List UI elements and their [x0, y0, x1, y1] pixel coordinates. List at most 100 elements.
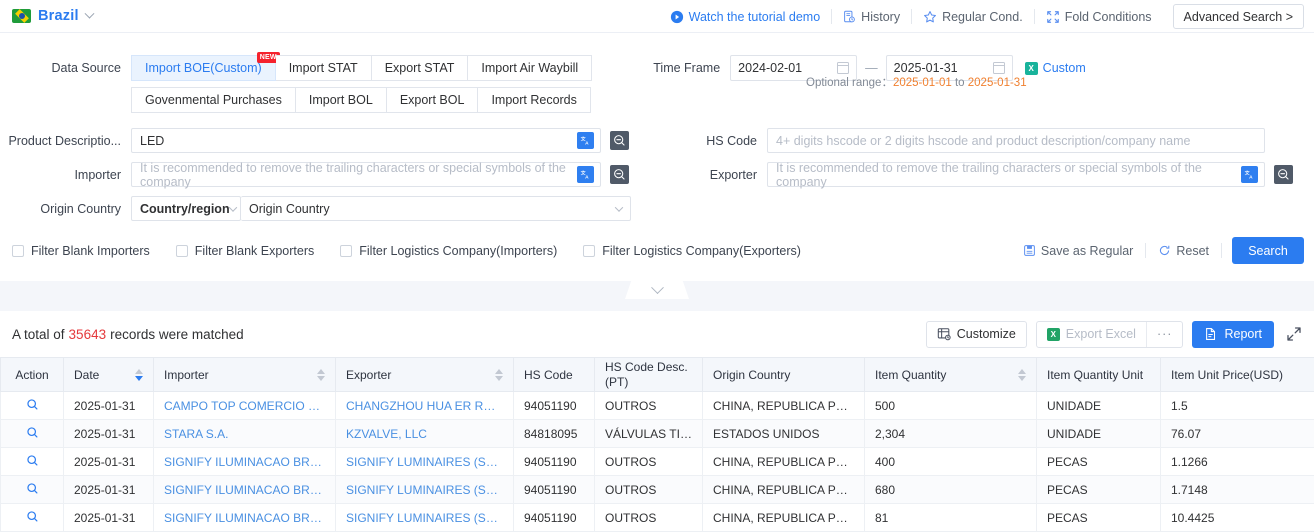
chevron-down-icon [651, 281, 664, 294]
cell-importer[interactable]: SIGNIFY ILUMINACAO BRASIL ... [154, 448, 336, 476]
results-table: Action Date Importer Exporter HS Code HS… [0, 357, 1314, 532]
translate-icon[interactable]: 文A [577, 132, 594, 149]
sort-toggle-date[interactable] [135, 369, 143, 381]
tab-import-records-label: Import Records [491, 93, 576, 107]
sort-toggle-item-quantity[interactable] [1018, 369, 1026, 381]
translate-icon[interactable]: 文A [1241, 166, 1258, 183]
optional-range-prefix: Optional range： [806, 77, 893, 89]
hs-code-input[interactable]: 4+ digits hscode or 2 digits hscode and … [767, 128, 1265, 153]
tab-export-stat[interactable]: Export STAT [372, 55, 469, 81]
search-magnifier-icon[interactable] [26, 428, 39, 442]
row-action-cell[interactable] [1, 420, 64, 448]
cell-importer[interactable]: STARA S.A. [154, 420, 336, 448]
cell-importer[interactable]: SIGNIFY ILUMINACAO BRASIL ... [154, 476, 336, 504]
tab-import-boe-custom[interactable]: Import BOE(Custom) NEW [131, 55, 276, 81]
save-as-regular-button[interactable]: Save as Regular [1011, 244, 1145, 258]
column-header-date[interactable]: Date [64, 358, 154, 392]
column-header-item-quantity[interactable]: Item Quantity [865, 358, 1037, 392]
product-description-input[interactable]: LED 文A [131, 128, 601, 153]
customize-label: Customize [957, 327, 1016, 341]
more-options-button[interactable]: ··· [1147, 322, 1183, 347]
advanced-search-button[interactable]: Advanced Search > [1173, 4, 1304, 29]
cell-item-unit-price: 1.1266 [1161, 448, 1314, 476]
column-header-origin-country: Origin Country [703, 358, 865, 392]
search-button[interactable]: Search [1232, 237, 1304, 264]
cell-item-unit-price: 1.5 [1161, 392, 1314, 420]
cell-exporter[interactable]: SIGNIFY LUMINAIRES (SHAN... [336, 504, 514, 532]
search-magnifier-icon[interactable] [26, 400, 39, 414]
cell-exporter[interactable]: KZVALVE, LLC [336, 420, 514, 448]
origin-country-select[interactable]: Origin Country [241, 196, 631, 221]
tab-govenmental-purchases[interactable]: Govenmental Purchases [131, 87, 296, 113]
exporter-input[interactable]: It is recommended to remove the trailing… [767, 162, 1265, 187]
magnifier-minus-icon[interactable] [1274, 165, 1293, 184]
tab-import-stat[interactable]: Import STAT [276, 55, 372, 81]
importer-input[interactable]: It is recommended to remove the trailing… [131, 162, 601, 187]
search-magnifier-icon[interactable] [26, 484, 39, 498]
row-action-cell[interactable] [1, 448, 64, 476]
checkbox-filter-blank-exporters[interactable]: Filter Blank Exporters [176, 244, 314, 258]
checkbox-filter-logistics-exporters[interactable]: Filter Logistics Company(Exporters) [583, 244, 801, 258]
column-header-importer[interactable]: Importer [154, 358, 336, 392]
product-description-value: LED [140, 134, 164, 148]
optional-range-end: 2025-01-31 [968, 77, 1027, 89]
tab-import-records[interactable]: Import Records [478, 87, 590, 113]
custom-range-link[interactable]: X Custom [1025, 61, 1086, 75]
tab-govenmental-purchases-label: Govenmental Purchases [145, 93, 282, 107]
cell-hs-code-desc: OUTROS [595, 448, 703, 476]
row-action-cell[interactable] [1, 392, 64, 420]
cell-hs-code-desc: VÁLVULAS TIPO ... [595, 420, 703, 448]
cell-hs-code: 94051190 [514, 476, 595, 504]
tab-import-air-waybill-label: Import Air Waybill [481, 61, 578, 75]
regular-conditions-link[interactable]: Regular Cond. [912, 7, 1034, 27]
expand-icon[interactable] [1286, 326, 1302, 342]
watch-tutorial-demo-link[interactable]: Watch the tutorial demo [659, 7, 832, 27]
magnifier-minus-icon[interactable] [610, 131, 629, 150]
checkbox-box [176, 245, 188, 257]
report-button[interactable]: Report [1192, 321, 1274, 348]
save-as-regular-label: Save as Regular [1041, 244, 1133, 258]
cell-importer[interactable]: CAMPO TOP COMERCIO DE EL... [154, 392, 336, 420]
cell-origin-country: CHINA, REPUBLICA POPULA [703, 476, 865, 504]
tab-import-bol[interactable]: Import BOL [296, 87, 387, 113]
search-magnifier-icon[interactable] [26, 512, 39, 526]
table-row: 2025-01-31STARA S.A.KZVALVE, LLC84818095… [1, 420, 1314, 448]
star-icon [923, 10, 937, 24]
search-form: Optional range：2025-01-01 to 2025-01-31 … [0, 33, 1314, 264]
column-label: Importer [164, 368, 209, 382]
tab-export-bol[interactable]: Export BOL [387, 87, 479, 113]
excel-icon: X [1047, 328, 1060, 341]
magnifier-minus-icon[interactable] [610, 165, 629, 184]
column-label: Item Quantity [875, 368, 946, 382]
column-label: Origin Country [713, 368, 790, 382]
checkbox-filter-blank-importers[interactable]: Filter Blank Importers [12, 244, 150, 258]
cell-exporter[interactable]: SIGNIFY LUMINAIRES (SHAN... [336, 476, 514, 504]
cell-exporter[interactable]: CHANGZHOU HUA ER RUI INT... [336, 392, 514, 420]
export-excel-button[interactable]: X Export Excel [1037, 322, 1146, 347]
search-magnifier-icon[interactable] [26, 456, 39, 470]
sort-toggle-exporter[interactable] [495, 369, 503, 381]
tab-import-air-waybill[interactable]: Import Air Waybill [468, 55, 592, 81]
date-start-value: 2024-02-01 [738, 61, 802, 75]
collapse-form-toggle[interactable] [625, 273, 689, 299]
row-action-cell[interactable] [1, 476, 64, 504]
sort-toggle-importer[interactable] [317, 369, 325, 381]
cell-exporter[interactable]: SIGNIFY LUMINAIRES (SHAN... [336, 448, 514, 476]
chevron-down-icon [84, 8, 94, 18]
form-actions: Save as Regular Reset Search [1011, 237, 1304, 264]
data-source-label: Data Source [0, 61, 131, 75]
cell-hs-code-desc: OUTROS [595, 504, 703, 532]
row-action-cell[interactable] [1, 504, 64, 532]
reset-button[interactable]: Reset [1146, 244, 1221, 258]
history-link[interactable]: History [832, 7, 911, 27]
translate-icon[interactable]: 文A [577, 166, 594, 183]
checkbox-filter-logistics-importers[interactable]: Filter Logistics Company(Importers) [340, 244, 557, 258]
country-selector[interactable]: Brazil [12, 8, 93, 24]
fold-conditions-link[interactable]: Fold Conditions [1035, 7, 1163, 27]
table-row: 2025-01-31SIGNIFY ILUMINACAO BRASIL ...S… [1, 504, 1314, 532]
origin-country-type-select[interactable]: Country/region [131, 196, 241, 221]
tab-export-bol-label: Export BOL [400, 93, 465, 107]
customize-button[interactable]: Customize [926, 321, 1027, 348]
column-header-exporter[interactable]: Exporter [336, 358, 514, 392]
cell-importer[interactable]: SIGNIFY ILUMINACAO BRASIL ... [154, 504, 336, 532]
